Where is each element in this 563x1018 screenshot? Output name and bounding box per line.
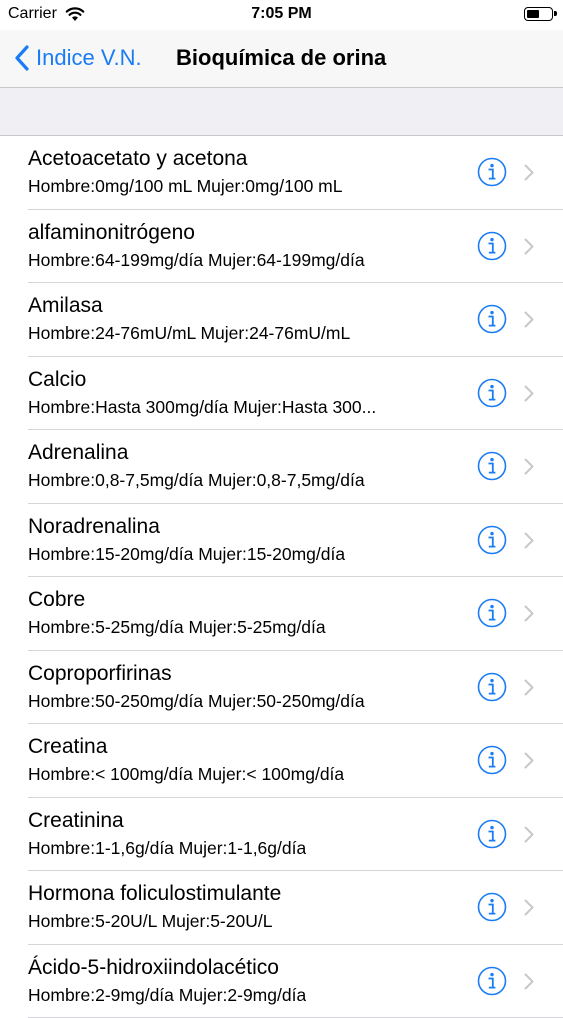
item-title: Creatina xyxy=(28,735,107,759)
info-icon[interactable] xyxy=(477,157,507,187)
chevron-right-icon xyxy=(524,311,534,328)
item-detail: Hombre:0mg/100 mL Mujer:0mg/100 mL xyxy=(28,176,343,197)
item-title: Creatinina xyxy=(28,809,124,833)
list-item[interactable]: Amilasa Hombre:24-76mU/mL Mujer:24-76mU/… xyxy=(0,283,563,357)
list-item[interactable]: Noradrenalina Hombre:15-20mg/día Mujer:1… xyxy=(0,504,563,578)
page-title: Bioquímica de orina xyxy=(176,45,386,71)
chevron-right-icon xyxy=(524,826,534,843)
info-icon[interactable] xyxy=(477,892,507,922)
list-item[interactable]: alfaminonitrógeno Hombre:64-199mg/día Mu… xyxy=(0,210,563,284)
chevron-right-icon xyxy=(524,238,534,255)
info-icon[interactable] xyxy=(477,231,507,261)
chevron-right-icon xyxy=(524,385,534,402)
item-title: Ácido-5-hidroxiindolacético xyxy=(28,956,279,980)
chevron-right-icon xyxy=(524,164,534,181)
info-icon[interactable] xyxy=(477,525,507,555)
item-detail: Hombre:50-250mg/día Mujer:50-250mg/día xyxy=(28,691,365,712)
navigation-bar: Indice V.N. Bioquímica de orina xyxy=(0,30,563,88)
info-icon[interactable] xyxy=(477,672,507,702)
item-detail: Hombre:Hasta 300mg/día Mujer:Hasta 300..… xyxy=(28,397,376,418)
chevron-right-icon xyxy=(524,605,534,622)
item-detail: Hombre:2-9mg/día Mujer:2-9mg/día xyxy=(28,985,306,1006)
info-icon[interactable] xyxy=(477,451,507,481)
list-item[interactable]: Cobre Hombre:5-25mg/día Mujer:5-25mg/día xyxy=(0,577,563,651)
item-detail: Hombre:64-199mg/día Mujer:64-199mg/día xyxy=(28,250,365,271)
item-title: Cobre xyxy=(28,588,85,612)
item-title: Hormona foliculostimulante xyxy=(28,882,281,906)
item-detail: Hombre:24-76mU/mL Mujer:24-76mU/mL xyxy=(28,323,350,344)
item-title: Noradrenalina xyxy=(28,515,160,539)
item-title: Acetoacetato y acetona xyxy=(28,147,248,171)
chevron-right-icon xyxy=(524,752,534,769)
info-icon[interactable] xyxy=(477,966,507,996)
chevron-right-icon xyxy=(524,973,534,990)
chevron-left-icon xyxy=(14,45,30,71)
list-item[interactable]: Creatinina Hombre:1-1,6g/día Mujer:1-1,6… xyxy=(0,798,563,872)
status-time: 7:05 PM xyxy=(0,5,563,23)
item-detail: Hombre:5-25mg/día Mujer:5-25mg/día xyxy=(28,617,326,638)
reference-value-list: Acetoacetato y acetona Hombre:0mg/100 mL… xyxy=(0,136,563,1018)
info-icon[interactable] xyxy=(477,378,507,408)
status-bar: Carrier 7:05 PM xyxy=(0,0,563,30)
info-icon[interactable] xyxy=(477,304,507,334)
list-item[interactable]: Coproporfirinas Hombre:50-250mg/día Muje… xyxy=(0,651,563,725)
list-item[interactable]: Creatina Hombre:< 100mg/día Mujer:< 100m… xyxy=(0,724,563,798)
chevron-right-icon xyxy=(524,899,534,916)
item-detail: Hombre:0,8-7,5mg/día Mujer:0,8-7,5mg/día xyxy=(28,470,365,491)
item-title: Calcio xyxy=(28,368,86,392)
item-detail: Hombre:< 100mg/día Mujer:< 100mg/día xyxy=(28,764,344,785)
item-detail: Hombre:1-1,6g/día Mujer:1-1,6g/día xyxy=(28,838,306,859)
list-item[interactable]: Ácido-5-hidroxiindolacético Hombre:2-9mg… xyxy=(0,945,563,1018)
section-header xyxy=(0,88,563,136)
item-detail: Hombre:5-20U/L Mujer:5-20U/L xyxy=(28,911,272,932)
item-detail: Hombre:15-20mg/día Mujer:15-20mg/día xyxy=(28,544,345,565)
list-item[interactable]: Adrenalina Hombre:0,8-7,5mg/día Mujer:0,… xyxy=(0,430,563,504)
item-title: Adrenalina xyxy=(28,441,128,465)
list-item[interactable]: Calcio Hombre:Hasta 300mg/día Mujer:Hast… xyxy=(0,357,563,431)
back-button-label: Indice V.N. xyxy=(36,45,142,71)
info-icon[interactable] xyxy=(477,745,507,775)
info-icon[interactable] xyxy=(477,819,507,849)
item-title: alfaminonitrógeno xyxy=(28,221,195,245)
chevron-right-icon xyxy=(524,679,534,696)
item-title: Amilasa xyxy=(28,294,103,318)
list-item[interactable]: Acetoacetato y acetona Hombre:0mg/100 mL… xyxy=(0,136,563,210)
battery-icon xyxy=(524,7,553,21)
item-title: Coproporfirinas xyxy=(28,662,172,686)
list-item[interactable]: Hormona foliculostimulante Hombre:5-20U/… xyxy=(0,871,563,945)
back-button[interactable]: Indice V.N. xyxy=(14,40,142,76)
chevron-right-icon xyxy=(524,532,534,549)
info-icon[interactable] xyxy=(477,598,507,628)
chevron-right-icon xyxy=(524,458,534,475)
